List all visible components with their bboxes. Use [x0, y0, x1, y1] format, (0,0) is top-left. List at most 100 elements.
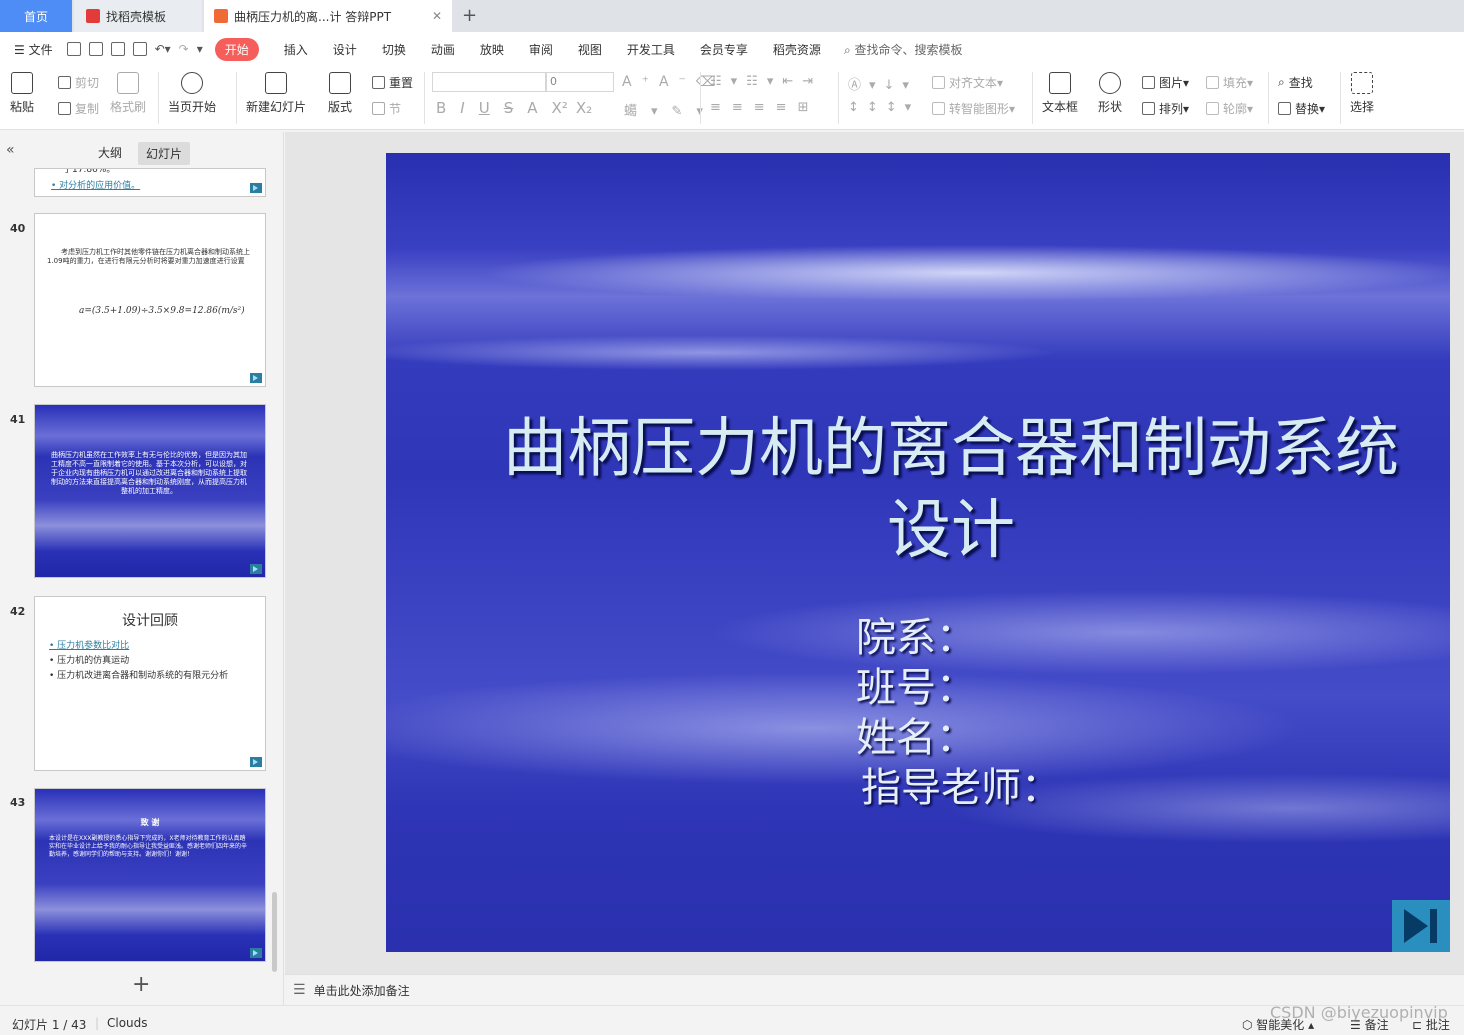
- slide-title[interactable]: 曲柄压力机的离合器和制动系统设计: [486, 408, 1416, 572]
- tab-document[interactable]: 曲柄压力机的离...计 答辩PPT ✕: [204, 0, 452, 32]
- slide-thumbnail[interactable]: 设计回顾 • 压力机参数比对比 • 压力机的仿真运动 • 压力机改进离合器和制动…: [34, 596, 266, 771]
- slide-thumbnail[interactable]: 致 谢 本设计是在XXX副教授的悉心指导下完成的，X老师对待教育工作的认真踏实和…: [34, 788, 266, 962]
- new-tab-button[interactable]: +: [462, 5, 477, 26]
- paragraph-align-icons[interactable]: ≡≡≡≡⊞: [710, 100, 819, 115]
- menu-file[interactable]: ☰ 文件: [14, 41, 53, 58]
- notes-bar[interactable]: ☰ 单击此处添加备注: [285, 974, 1464, 1005]
- docer-logo-icon: [86, 9, 100, 23]
- select-button[interactable]: 选择: [1350, 72, 1374, 115]
- smart-shape-button[interactable]: 转智能图形 ▾: [932, 100, 1015, 117]
- replace-button[interactable]: 替换 ▾: [1278, 100, 1325, 117]
- menu-view[interactable]: 视图: [578, 41, 602, 58]
- slide-thumbnail[interactable]: 了17.86%。 • 对分析的应用价值。: [34, 168, 266, 197]
- copy-button[interactable]: 复制: [58, 100, 99, 117]
- layout-button[interactable]: 版式: [328, 72, 352, 115]
- find-label: 查找: [1288, 76, 1313, 90]
- print-icon[interactable]: [110, 42, 125, 56]
- reset-button[interactable]: 重置: [372, 74, 413, 91]
- tab-outline[interactable]: 大纲: [98, 144, 122, 161]
- ribbon-divider: [236, 72, 237, 124]
- bold-button[interactable]: B: [436, 99, 446, 117]
- tab-home[interactable]: 首页: [0, 0, 72, 32]
- font-family-select[interactable]: [432, 72, 546, 92]
- search-icon: ⌕: [843, 42, 851, 57]
- format-painter-button[interactable]: 格式刷: [110, 72, 146, 115]
- menu-insert[interactable]: 插入: [284, 41, 308, 58]
- slide-thumbnail[interactable]: 考虑到压力机工作时其他零件链在压力机离合器和制动系统上 1.09吨的重力，在进行…: [34, 213, 266, 387]
- menu-start[interactable]: 开始: [214, 37, 259, 61]
- italic-button[interactable]: I: [460, 99, 464, 117]
- menu-slideshow[interactable]: 放映: [480, 41, 504, 58]
- watermark-text: CSDN @biyezuopinvip: [1270, 1003, 1448, 1022]
- superscript-button[interactable]: X²: [552, 99, 568, 117]
- phonetic-highlight-icons[interactable]: 䗶▾✎▾: [624, 100, 717, 119]
- underline-button[interactable]: U: [479, 99, 490, 117]
- play-icon: [181, 72, 203, 94]
- menu-developer[interactable]: 开发工具: [627, 41, 675, 58]
- menu-design[interactable]: 设计: [333, 41, 357, 58]
- font-color-button[interactable]: A: [527, 99, 537, 117]
- save-icon[interactable]: [66, 42, 81, 56]
- menu-transition[interactable]: 切换: [382, 41, 406, 58]
- slide-field-advisor[interactable]: 指导老师：: [861, 755, 1061, 813]
- tab-slides[interactable]: 幻灯片: [138, 142, 191, 165]
- ppt-file-icon: [214, 9, 228, 23]
- shape-button[interactable]: 形状: [1098, 72, 1122, 115]
- outline-button[interactable]: 轮廓 ▾: [1206, 100, 1253, 117]
- command-search[interactable]: ⌕ 查找命令、搜索模板: [844, 41, 963, 58]
- thumbnail-number: 43: [10, 796, 26, 809]
- align-text-button[interactable]: 对齐文本 ▾: [932, 74, 1003, 91]
- next-action-button-icon[interactable]: [1392, 900, 1450, 952]
- thumbnail-bullet: • 压力机的仿真运动: [49, 656, 130, 666]
- picture-label: 图片: [1159, 76, 1184, 90]
- strikethrough-button[interactable]: S: [504, 99, 514, 117]
- action-button-icon: [250, 564, 262, 574]
- paste-button[interactable]: 粘贴: [10, 72, 34, 115]
- thumbnail-text: 曲柄压力机虽然在工作效率上有无与伦比的优势，但是因为其加工精度不高一直限制着它的…: [51, 451, 247, 495]
- collapse-panel-icon[interactable]: «: [6, 142, 15, 158]
- section-icon: [372, 102, 385, 115]
- subscript-button[interactable]: X₂: [576, 99, 592, 117]
- thumbnail-text: 了17.86%。: [63, 168, 116, 175]
- line-spacing-icons[interactable]: ↕↕↕▾: [848, 100, 919, 115]
- thumbnail-text: 压力机改进离合器和制动系统的有限元分析: [57, 671, 229, 681]
- menu-member[interactable]: 会员专享: [700, 41, 748, 58]
- find-button[interactable]: ⌕ 查找: [1278, 74, 1313, 91]
- new-slide-label: 新建幻灯片: [246, 100, 307, 114]
- new-slide-button[interactable]: 新建幻灯片: [246, 72, 306, 115]
- menu-review[interactable]: 审阅: [529, 41, 553, 58]
- play-from-current-label: 当页开始: [168, 100, 217, 114]
- tab-home-label: 首页: [23, 9, 48, 24]
- redo-icon[interactable]: ↷: [179, 42, 189, 56]
- current-slide[interactable]: 曲柄压力机的离合器和制动系统设计 院系： 班号： 姓名： 指导老师：: [386, 153, 1450, 952]
- menu-animation[interactable]: 动画: [431, 41, 455, 58]
- section-button[interactable]: 节: [372, 100, 401, 117]
- text-direction-icons[interactable]: Ⓐ▾↓▾: [848, 74, 917, 93]
- menu-docer[interactable]: 稻壳资源: [773, 41, 821, 58]
- theme-name[interactable]: Clouds: [107, 1016, 148, 1030]
- cut-button[interactable]: 剪切: [58, 74, 99, 91]
- arrange-button[interactable]: 排列 ▾: [1142, 100, 1189, 117]
- print-preview-icon[interactable]: [132, 42, 147, 56]
- undo-icon[interactable]: ↶▾: [155, 42, 171, 56]
- fill-button[interactable]: 填充 ▾: [1206, 74, 1253, 91]
- close-icon[interactable]: ✕: [432, 9, 442, 23]
- panel-scrollbar[interactable]: [272, 892, 277, 972]
- list-indent-icons[interactable]: ☷▾☷▾⇤⇥: [710, 74, 822, 89]
- slide-thumbnail[interactable]: 曲柄压力机虽然在工作效率上有无与伦比的优势，但是因为其加工精度不高一直限制着它的…: [34, 404, 266, 578]
- font-size-select[interactable]: 0: [546, 72, 614, 92]
- add-slide-button[interactable]: +: [132, 972, 150, 997]
- slide-counter: 幻灯片 1 / 43: [12, 1018, 87, 1032]
- picture-button[interactable]: 图片 ▾: [1142, 74, 1189, 91]
- textbox-button[interactable]: 文本框: [1042, 72, 1078, 115]
- tab-template[interactable]: 找稻壳模板: [74, 0, 202, 32]
- play-from-current-button[interactable]: 当页开始: [168, 72, 216, 115]
- export-pdf-icon[interactable]: [88, 42, 103, 56]
- copy-icon: [58, 102, 71, 115]
- replace-icon: [1278, 102, 1291, 115]
- action-button-icon: [250, 757, 262, 767]
- beautify-icon: ⬡: [1242, 1018, 1257, 1032]
- ribbon-divider: [1340, 72, 1341, 124]
- customize-icon[interactable]: ▾: [197, 42, 203, 56]
- tab-template-label: 找稻壳模板: [106, 9, 167, 24]
